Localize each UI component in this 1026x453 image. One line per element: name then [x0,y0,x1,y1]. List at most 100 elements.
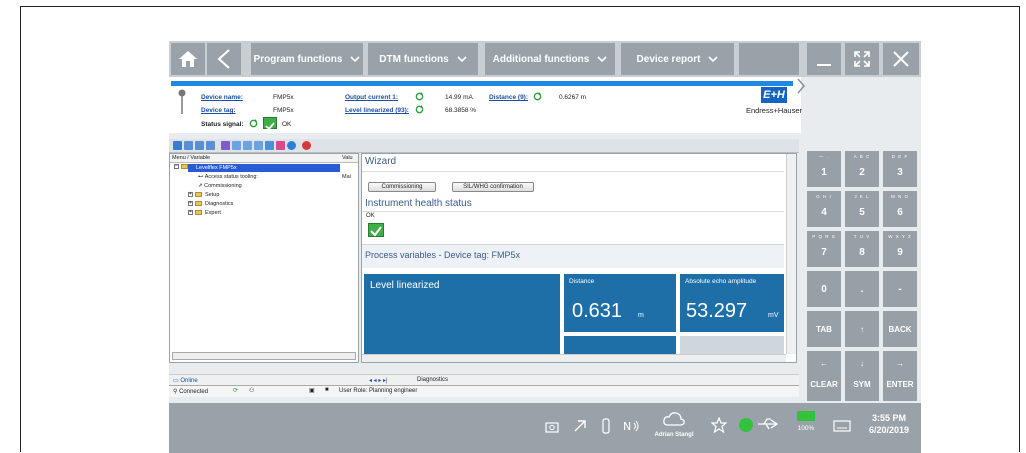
info-icon[interactable] [287,141,296,150]
tree-root-folder-icon: − [174,164,191,170]
key-enter[interactable]: ENTER [883,367,917,401]
usb-stick-icon[interactable] [601,418,611,434]
tree-root-levelflex[interactable]: Levelflex FMP5x [188,164,340,172]
arrow-up-right-icon[interactable] [573,419,587,433]
program-functions-menu[interactable]: Program functions [251,43,363,75]
tree-item-diagnostics[interactable]: + Diagnostics [188,201,233,207]
tool-icon[interactable] [254,141,263,150]
refresh-icon[interactable] [249,119,258,128]
level-linearized-tile[interactable]: Level linearized [364,274,560,354]
partial-tile[interactable] [564,336,676,356]
key-0-label: 0 [821,283,827,295]
distance-label[interactable]: Distance (9): [489,94,528,101]
device-report-menu[interactable]: Device report [621,43,734,75]
device-menu-tree: Menu / Variable Valu Levelflex FMP5x − ⊷… [169,153,359,363]
tree-item-setup[interactable]: + Setup [188,192,219,198]
key-clear[interactable]: CLEAR [807,367,841,401]
key-6-label: 6 [897,206,903,218]
tool-icon[interactable] [243,141,252,150]
key-sym[interactable]: SYM [845,367,879,401]
tool-icon[interactable] [221,141,230,150]
view-icon[interactable] [195,141,204,150]
key-4[interactable]: G H I 4 [807,191,841,227]
echo-amplitude-tile[interactable]: Absolute echo amplitude 53.297 mV [680,274,784,332]
cloud-user-name: Adrian Stangl [654,432,694,438]
distance-tile[interactable]: Distance 0.631 m [564,274,676,332]
key-2[interactable]: A B C 2 [845,151,879,187]
user-icon[interactable]: ⚇ [249,387,254,394]
commissioning-button[interactable]: Commissioning [368,182,436,192]
wizard-horizontal-scrollbar[interactable] [362,354,786,362]
close-button[interactable] [883,43,919,75]
battery-icon [797,411,815,421]
refresh-icon[interactable] [533,92,542,101]
key-6[interactable]: M N O 6 [883,191,917,227]
key-up[interactable]: ↑ [845,311,879,347]
tab-nav-arrows[interactable]: ◂ ◂ ▸ ▸| [369,377,388,384]
key-3-letters: D E F [891,154,909,159]
tree-item-expert[interactable]: + Expert [188,210,221,216]
device-icon[interactable]: ▣ [309,387,315,394]
tree-item-commissioning[interactable]: ⇗ Commissioning [198,183,242,189]
key-5[interactable]: J K L 5 [845,191,879,227]
key-8-letters: T U V [853,234,871,239]
home-button[interactable] [171,43,205,75]
partial-tile[interactable] [680,336,784,356]
minimize-button[interactable] [807,43,841,75]
tool-icon[interactable] [232,141,241,150]
refresh-icon[interactable]: ⟳ [233,387,238,394]
key-8-label: 8 [859,246,865,258]
cloud-user[interactable]: Adrian Stangl [649,411,699,438]
device-name-label[interactable]: Device name: [201,94,243,101]
distance-tile-value: 0.631 [572,300,623,322]
tab-online[interactable]: ▭ Online [173,377,198,384]
tool-icon[interactable] [265,141,274,150]
help-icon[interactable] [302,141,311,150]
view-icon[interactable] [206,141,215,150]
key-3-label: 3 [897,166,903,178]
close-icon [893,51,909,67]
tool-icon[interactable] [276,141,285,150]
key-1[interactable]: — .1 [807,151,841,187]
device-status-header: Device name: FMP5x Device tag: FMP5x Sta… [169,77,802,133]
empty-nav-button[interactable] [739,43,799,75]
dtm-functions-menu[interactable]: DTM functions [368,43,478,75]
output-current-label[interactable]: Output current 1: [345,94,398,101]
level-linearized-label[interactable]: Level linearized (93): [345,107,409,114]
keyboard-icon[interactable] [833,420,851,432]
nfc-icon[interactable]: N [623,419,641,433]
key-tab[interactable]: TAB [807,311,841,347]
home-icon [179,51,197,67]
view-icon[interactable] [184,141,193,150]
additional-functions-menu[interactable]: Additional functions [485,43,615,75]
key-3[interactable]: D E F 3 [883,151,917,187]
tree-col-value: Valu [342,155,353,161]
fullscreen-button[interactable] [845,43,879,75]
key-7[interactable]: P Q R S 7 [807,231,841,267]
tree-horizontal-scrollbar[interactable] [172,352,356,360]
tree-item-access-status[interactable]: ⊷ Access status tooling: [198,174,258,180]
module-icon[interactable]: ■ [325,387,329,393]
key-back[interactable]: BACK [883,311,917,347]
key-0[interactable]: 0 [807,271,841,307]
camera-icon[interactable] [545,421,559,433]
device-probe-icon [178,89,186,114]
back-button[interactable] [207,43,241,75]
tree-root-label: Levelflex FMP5x [196,165,237,171]
connect-icon[interactable] [173,141,182,150]
star-icon[interactable] [711,417,727,433]
sil-whg-confirmation-button[interactable]: SIL/WHG confirmation [452,182,534,192]
wizard-vertical-scrollbar[interactable] [786,154,796,354]
refresh-icon[interactable] [415,92,424,101]
device-tag-label[interactable]: Device tag: [201,107,236,114]
key-dot[interactable]: . [845,271,879,307]
key-minus[interactable]: - [883,271,917,307]
usb-connection-icon[interactable] [757,417,779,431]
cloud-icon [663,412,685,426]
chevron-down-icon [457,56,467,62]
key-9[interactable]: W X Y Z 9 [883,231,917,267]
chevron-right-icon[interactable] [795,77,807,95]
tab-diagnostics[interactable]: Diagnostics [417,377,448,383]
key-8[interactable]: T U V 8 [845,231,879,267]
refresh-icon[interactable] [415,105,424,114]
